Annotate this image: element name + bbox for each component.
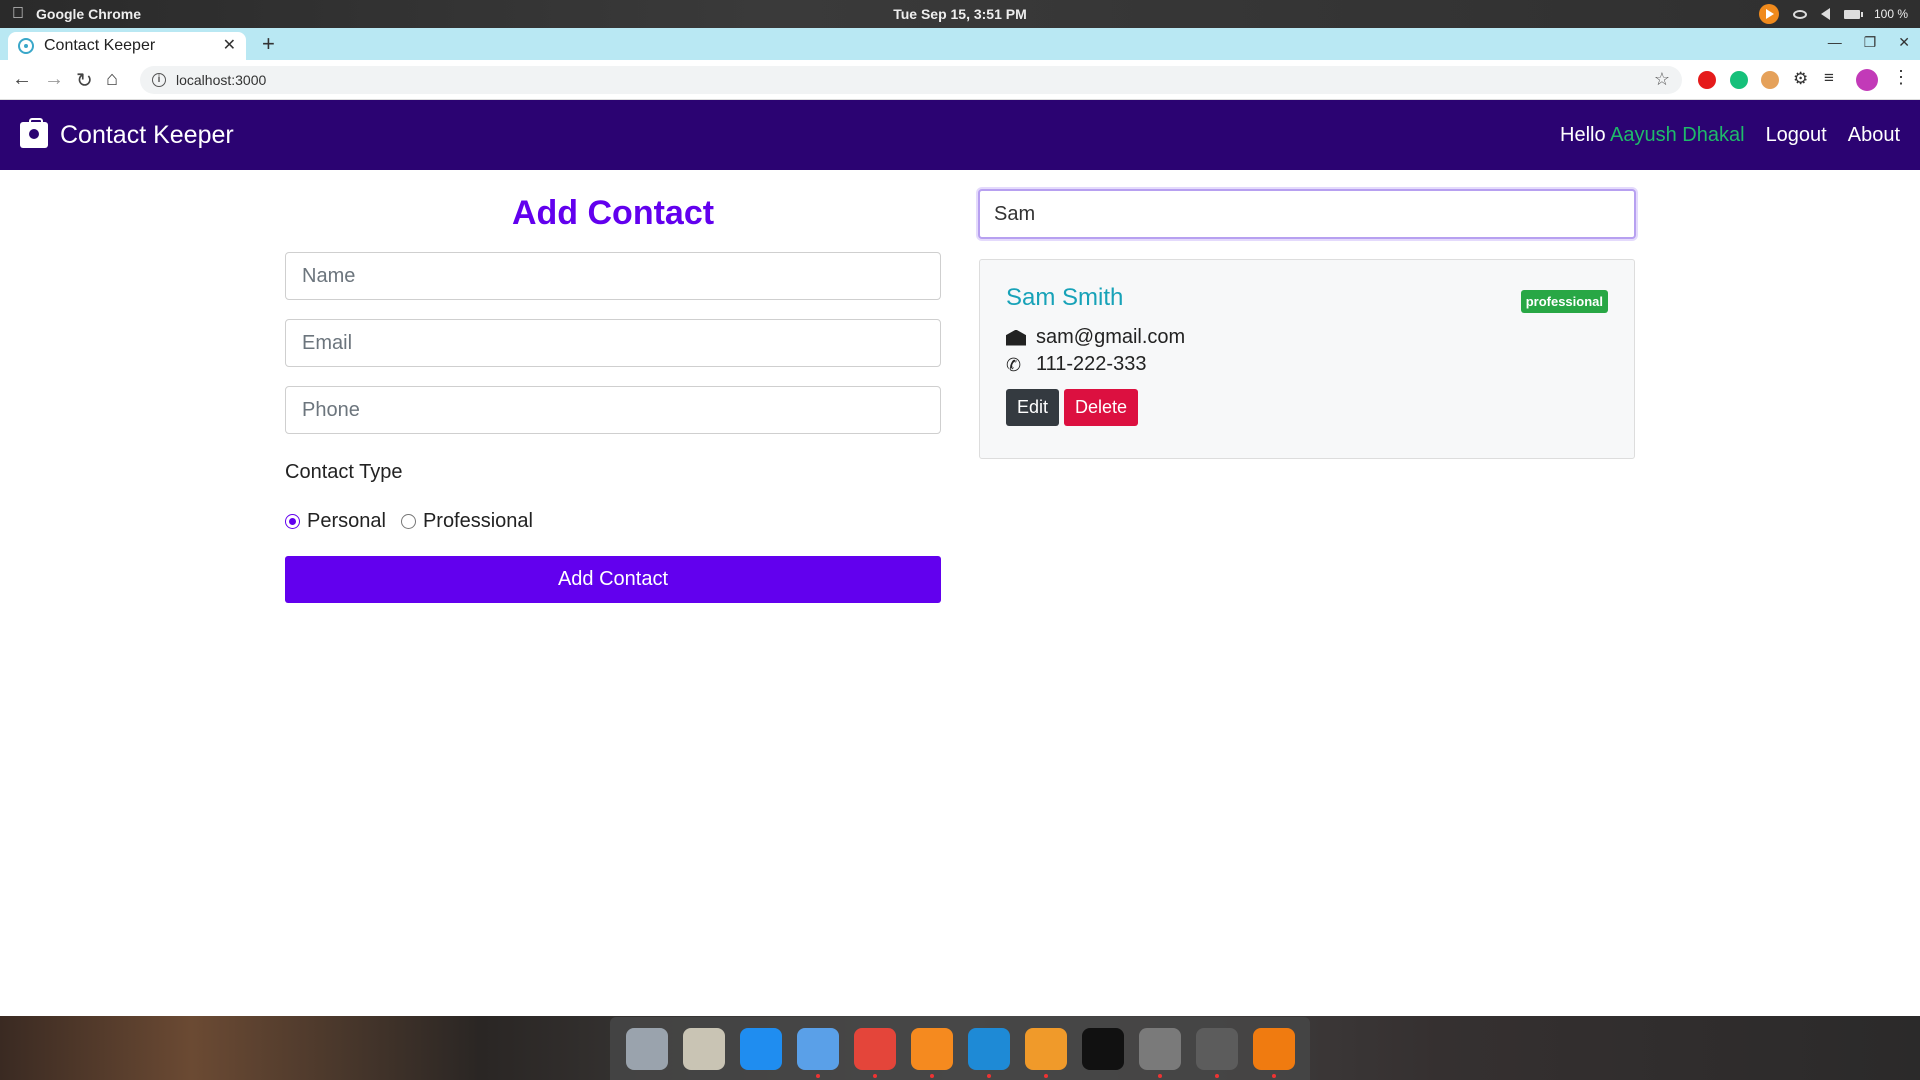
site-info-icon[interactable]: i <box>152 73 166 87</box>
vscode-icon[interactable] <box>967 1027 1010 1078</box>
contact-email: sam@gmail.com <box>1036 326 1186 348</box>
profile-avatar[interactable] <box>1856 69 1878 91</box>
user-name: Aayush Dhakal <box>1610 123 1745 146</box>
contact-phone-row: ✆ 111-222-333 <box>1006 353 1608 376</box>
phone-icon: ✆ <box>1006 354 1022 375</box>
forward-icon[interactable]: → <box>44 68 64 91</box>
envelope-open-icon <box>1006 329 1026 346</box>
restore-icon[interactable]: ❐ <box>1864 34 1877 51</box>
nav-links: Hello Aayush Dhakal Logout About <box>1560 124 1900 147</box>
minimize-icon[interactable]: — <box>1828 34 1842 51</box>
brand-title: Contact Keeper <box>60 120 234 149</box>
about-link[interactable]: About <box>1848 124 1900 147</box>
greeting: Hello Aayush Dhakal <box>1560 124 1745 147</box>
browser-tab-strip: Contact Keeper ✕ <box>0 28 1920 60</box>
personal-radio-label[interactable]: Personal <box>307 510 386 533</box>
running-indicator <box>929 1073 934 1078</box>
more-menu-icon[interactable]: ⋮ <box>1892 67 1910 87</box>
extensions-puzzle-icon[interactable]: ⚙ <box>1793 69 1811 88</box>
chrome-icon[interactable] <box>853 1027 896 1078</box>
professional-radio[interactable] <box>400 514 416 529</box>
honey-extension-icon[interactable] <box>1761 71 1779 89</box>
battery-percent: 100 % <box>1873 7 1908 21</box>
browser-tab[interactable]: Contact Keeper ✕ <box>8 32 246 60</box>
id-badge-icon <box>20 118 48 148</box>
delete-button[interactable]: Delete <box>1064 389 1139 426</box>
personal-radio[interactable] <box>285 514 300 529</box>
back-icon[interactable]: ← <box>12 68 32 91</box>
contact-email-row: sam@gmail.com <box>1006 326 1608 349</box>
bookmark-star-icon[interactable]: ☆ <box>1654 69 1670 90</box>
home-icon[interactable]: ⌂ <box>106 68 118 91</box>
running-indicator <box>1043 1073 1048 1078</box>
system-tray: 100 % <box>1758 0 1908 28</box>
filter-contacts-input[interactable] <box>978 189 1636 239</box>
add-contact-button[interactable]: Add Contact <box>285 556 941 603</box>
apple-icon[interactable]:  <box>0 5 36 23</box>
professional-radio-label[interactable]: Professional <box>423 510 533 533</box>
contact-type-badge: professional <box>1520 290 1608 313</box>
greeting-text: Hello <box>1560 123 1606 146</box>
battery-icon[interactable] <box>1843 9 1863 19</box>
finder-icon[interactable] <box>796 1027 839 1078</box>
close-tab-icon[interactable]: ✕ <box>223 35 236 55</box>
address-bar[interactable]: i localhost:3000 ☆ <box>140 66 1682 94</box>
reload-icon[interactable]: ↻ <box>76 68 93 93</box>
volume-icon[interactable] <box>1820 8 1830 20</box>
window-controls: — ❐ ✕ <box>1828 34 1910 51</box>
os-clock: Tue Sep 15, 3:51 PM <box>893 6 1027 22</box>
contact-type-label: Contact Type <box>285 461 403 483</box>
reading-list-icon[interactable]: ≡ <box>1824 68 1842 87</box>
media-play-icon[interactable] <box>1758 4 1779 24</box>
phone-field[interactable] <box>285 386 941 434</box>
system-prefs-icon[interactable] <box>1138 1027 1181 1078</box>
email-field[interactable] <box>285 319 941 367</box>
vlc-icon[interactable] <box>1252 1027 1295 1078</box>
running-indicator <box>986 1073 991 1078</box>
react-favicon-icon <box>18 38 34 54</box>
app-navbar: Contact Keeper Hello Aayush Dhakal Logou… <box>0 100 1920 170</box>
name-field[interactable] <box>285 252 941 300</box>
running-indicator <box>872 1073 877 1078</box>
contact-phone: 111-222-333 <box>1036 353 1147 375</box>
logout-link[interactable]: Logout <box>1766 124 1827 147</box>
os-menu-bar:  Google Chrome Tue Sep 15, 3:51 PM 100 … <box>0 0 1920 28</box>
edit-button[interactable]: Edit <box>1006 389 1060 426</box>
keychain-icon[interactable] <box>682 1027 725 1070</box>
contact-form: Add Contact Contact Type Personal Profes… <box>285 170 941 603</box>
app-store-icon[interactable] <box>739 1027 782 1070</box>
form-title: Add Contact <box>511 194 715 232</box>
launchpad-icon[interactable] <box>625 1027 668 1070</box>
dock <box>610 1017 1310 1080</box>
running-indicator <box>815 1073 820 1078</box>
firefox-icon[interactable] <box>910 1027 953 1078</box>
terminal-icon[interactable] <box>1081 1027 1124 1070</box>
contact-type-options: Personal Professional <box>285 510 941 533</box>
visibility-icon[interactable] <box>1792 9 1807 19</box>
opera-extension-icon[interactable] <box>1698 71 1716 89</box>
sublime-icon[interactable] <box>1024 1027 1067 1078</box>
settings-icon[interactable] <box>1195 1027 1238 1078</box>
browser-toolbar: ← → ↻ ⌂ i localhost:3000 ☆ ⚙ ≡ ⋮ <box>0 60 1920 100</box>
new-tab-icon[interactable]: + <box>262 31 275 57</box>
grammarly-extension-icon[interactable] <box>1730 71 1748 89</box>
running-indicator <box>1214 1073 1219 1078</box>
card-actions: Edit Delete <box>1006 389 1608 426</box>
tab-title: Contact Keeper <box>44 37 156 54</box>
contact-card: Sam Smith professional sam@gmail.com ✆ 1… <box>979 259 1635 459</box>
running-indicator <box>1271 1073 1276 1078</box>
url-text: localhost:3000 <box>176 72 267 88</box>
contact-name: Sam Smith <box>1006 284 1124 311</box>
active-app-name[interactable]: Google Chrome <box>36 6 141 22</box>
close-window-icon[interactable]: ✕ <box>1898 34 1910 51</box>
brand[interactable]: Contact Keeper <box>20 118 234 150</box>
running-indicator <box>1157 1073 1162 1078</box>
